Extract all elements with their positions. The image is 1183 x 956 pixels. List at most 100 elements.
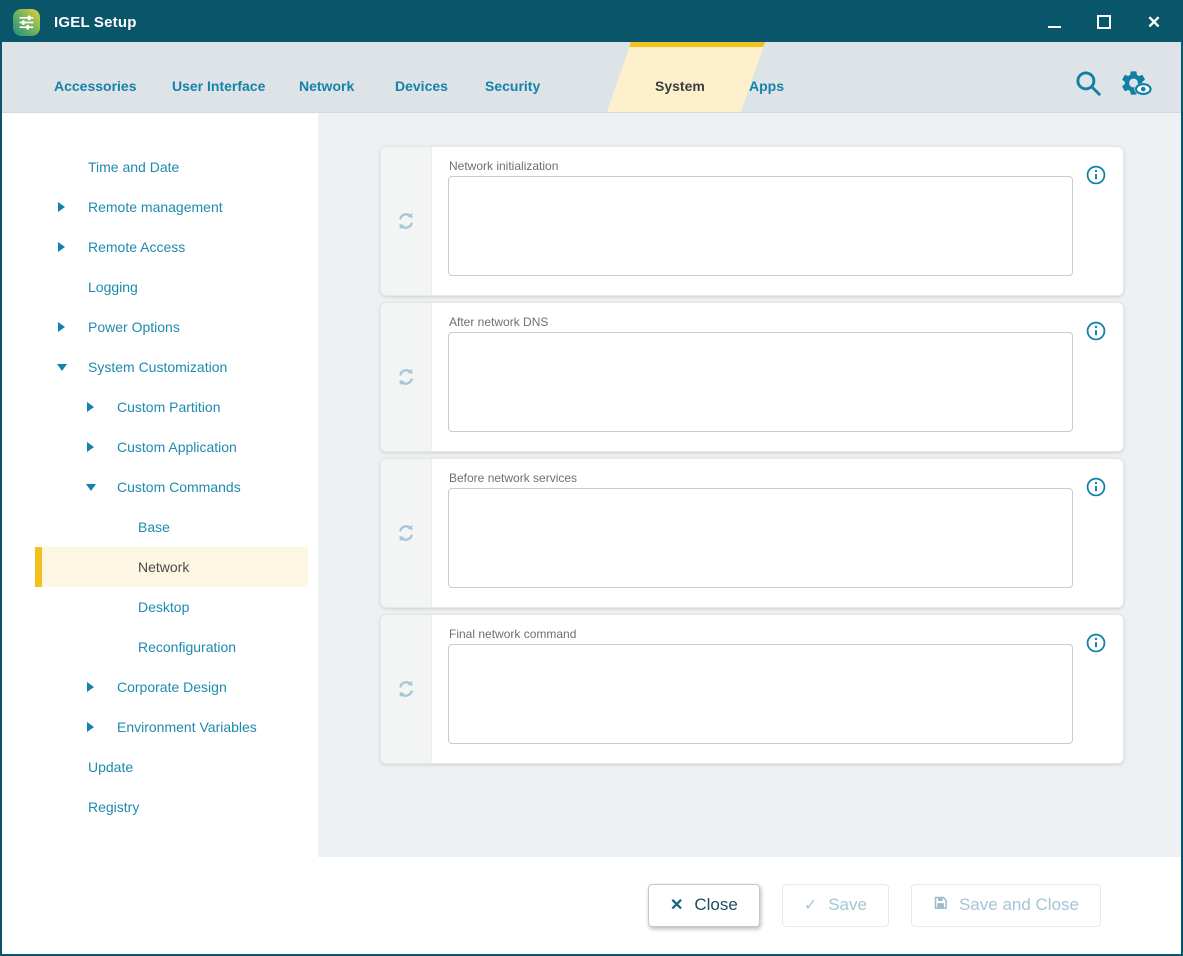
- button-label: Save: [828, 895, 867, 915]
- command-textarea[interactable]: [448, 332, 1073, 432]
- gear-eye-icon[interactable]: [1119, 68, 1153, 98]
- command-textarea[interactable]: [448, 488, 1073, 588]
- sidebar-item-remote-management[interactable]: Remote management: [35, 187, 308, 227]
- close-window-button[interactable]: ✕: [1143, 11, 1165, 33]
- chevron-right-icon[interactable]: [86, 401, 96, 413]
- command-textarea[interactable]: [448, 644, 1073, 744]
- command-panel-final-network-command: Final network command: [380, 614, 1124, 764]
- window-title: IGEL Setup: [54, 14, 137, 31]
- tab-apps[interactable]: Apps: [749, 42, 784, 112]
- command-panel-network-initialization: Network initialization: [380, 146, 1124, 296]
- tab-devices[interactable]: Devices: [395, 42, 448, 112]
- sidebar-item-base[interactable]: Base: [35, 507, 308, 547]
- sidebar-item-label: Time and Date: [88, 159, 179, 175]
- panel-body: Network initialization: [432, 147, 1123, 295]
- chevron-down-icon[interactable]: [57, 361, 67, 373]
- sidebar-item-custom-partition[interactable]: Custom Partition: [35, 387, 308, 427]
- refresh-icon[interactable]: [393, 520, 419, 546]
- sidebar-item-label: Environment Variables: [117, 719, 257, 735]
- chevron-right-icon[interactable]: [86, 681, 96, 693]
- panel-body: Before network services: [432, 459, 1123, 607]
- sidebar-item-label: Desktop: [138, 599, 189, 615]
- window-controls: ✕: [1043, 11, 1165, 33]
- tab-label: User Interface: [172, 78, 265, 94]
- sidebar-item-network[interactable]: Network: [35, 547, 308, 587]
- sidebar-item-logging[interactable]: Logging: [35, 267, 308, 307]
- panel-strip: [381, 147, 432, 295]
- refresh-icon[interactable]: [393, 676, 419, 702]
- tab-label: Devices: [395, 78, 448, 94]
- sidebar-item-power-options[interactable]: Power Options: [35, 307, 308, 347]
- info-icon[interactable]: [1085, 320, 1107, 342]
- sidebar-item-system-customization[interactable]: System Customization: [35, 347, 308, 387]
- sidebar-item-label: Custom Commands: [117, 479, 241, 495]
- search-icon[interactable]: [1073, 68, 1103, 98]
- tab-tools: [1073, 68, 1153, 98]
- tab-label: Security: [485, 78, 540, 94]
- sidebar-item-registry[interactable]: Registry: [35, 787, 308, 827]
- chevron-right-icon[interactable]: [57, 321, 67, 333]
- info-icon[interactable]: [1085, 632, 1107, 654]
- sidebar-item-label: Corporate Design: [117, 679, 227, 695]
- sidebar-nav: Time and Date Remote management Remote Acc…: [2, 113, 318, 857]
- sidebar-item-label: System Customization: [88, 359, 227, 375]
- save-and-close-button[interactable]: Save and Close: [911, 884, 1101, 926]
- command-textarea[interactable]: [448, 176, 1073, 276]
- sidebar-item-label: Remote Access: [88, 239, 185, 255]
- close-x-icon: ✕: [670, 896, 683, 915]
- chevron-right-icon[interactable]: [86, 721, 96, 733]
- tab-system[interactable]: System: [655, 42, 705, 112]
- tab-bar: Accessories User Interface Network Devices S…: [2, 42, 1181, 113]
- panel-strip: [381, 615, 432, 763]
- sidebar-item-custom-application[interactable]: Custom Application: [35, 427, 308, 467]
- sidebar-item-custom-commands[interactable]: Custom Commands: [35, 467, 308, 507]
- command-panel-before-network-services: Before network services: [380, 458, 1124, 608]
- check-icon: ✓: [804, 896, 817, 915]
- refresh-icon[interactable]: [393, 208, 419, 234]
- refresh-icon[interactable]: [393, 364, 419, 390]
- sidebar-item-environment-variables[interactable]: Environment Variables: [35, 707, 308, 747]
- tab-label: Accessories: [54, 78, 137, 94]
- sidebar-item-corporate-design[interactable]: Corporate Design: [35, 667, 308, 707]
- sidebar-item-label: Remote management: [88, 199, 223, 215]
- button-label: Save and Close: [959, 895, 1079, 915]
- sidebar-item-remote-access[interactable]: Remote Access: [35, 227, 308, 267]
- sidebar-item-desktop[interactable]: Desktop: [35, 587, 308, 627]
- sidebar-item-label: Power Options: [88, 319, 180, 335]
- panel-strip: [381, 459, 432, 607]
- save-button[interactable]: ✓ Save: [782, 884, 889, 926]
- tab-network[interactable]: Network: [299, 42, 354, 112]
- minimize-button[interactable]: [1043, 11, 1065, 33]
- command-panel-after-network-dns: After network DNS: [380, 302, 1124, 452]
- sidebar-item-label: Registry: [88, 799, 139, 815]
- info-icon[interactable]: [1085, 476, 1107, 498]
- field-label: After network DNS: [449, 315, 1123, 329]
- chevron-down-icon[interactable]: [86, 481, 96, 493]
- main-area: Time and Date Remote management Remote Acc…: [2, 113, 1181, 857]
- sidebar-item-label: Network: [138, 559, 189, 575]
- tab-label: System: [655, 78, 705, 94]
- tab-security[interactable]: Security: [485, 42, 540, 112]
- tab-label: Apps: [749, 78, 784, 94]
- tab-user-interface[interactable]: User Interface: [172, 42, 265, 112]
- floppy-icon: [933, 895, 948, 915]
- title-bar: IGEL Setup ✕: [2, 2, 1181, 42]
- info-icon[interactable]: [1085, 164, 1107, 186]
- sidebar-item-time-and-date[interactable]: Time and Date: [35, 147, 308, 187]
- chevron-right-icon[interactable]: [86, 441, 96, 453]
- chevron-right-icon[interactable]: [57, 201, 67, 213]
- field-label: Before network services: [449, 471, 1123, 485]
- sidebar-item-update[interactable]: Update: [35, 747, 308, 787]
- tab-strip: Accessories User Interface Network Devices S…: [2, 42, 1181, 112]
- igel-logo-icon: [13, 9, 40, 36]
- chevron-right-icon[interactable]: [57, 241, 67, 253]
- sidebar-item-label: Update: [88, 759, 133, 775]
- sidebar-item-reconfiguration[interactable]: Reconfiguration: [35, 627, 308, 667]
- maximize-button[interactable]: [1093, 11, 1115, 33]
- footer-bar: ✕Close ✓ Save Save and Close: [2, 857, 1181, 954]
- sidebar-item-label: Custom Partition: [117, 399, 220, 415]
- panel-body: Final network command: [432, 615, 1123, 763]
- tab-accessories[interactable]: Accessories: [54, 42, 137, 112]
- sidebar-item-label: Custom Application: [117, 439, 237, 455]
- close-button[interactable]: ✕Close: [648, 884, 760, 926]
